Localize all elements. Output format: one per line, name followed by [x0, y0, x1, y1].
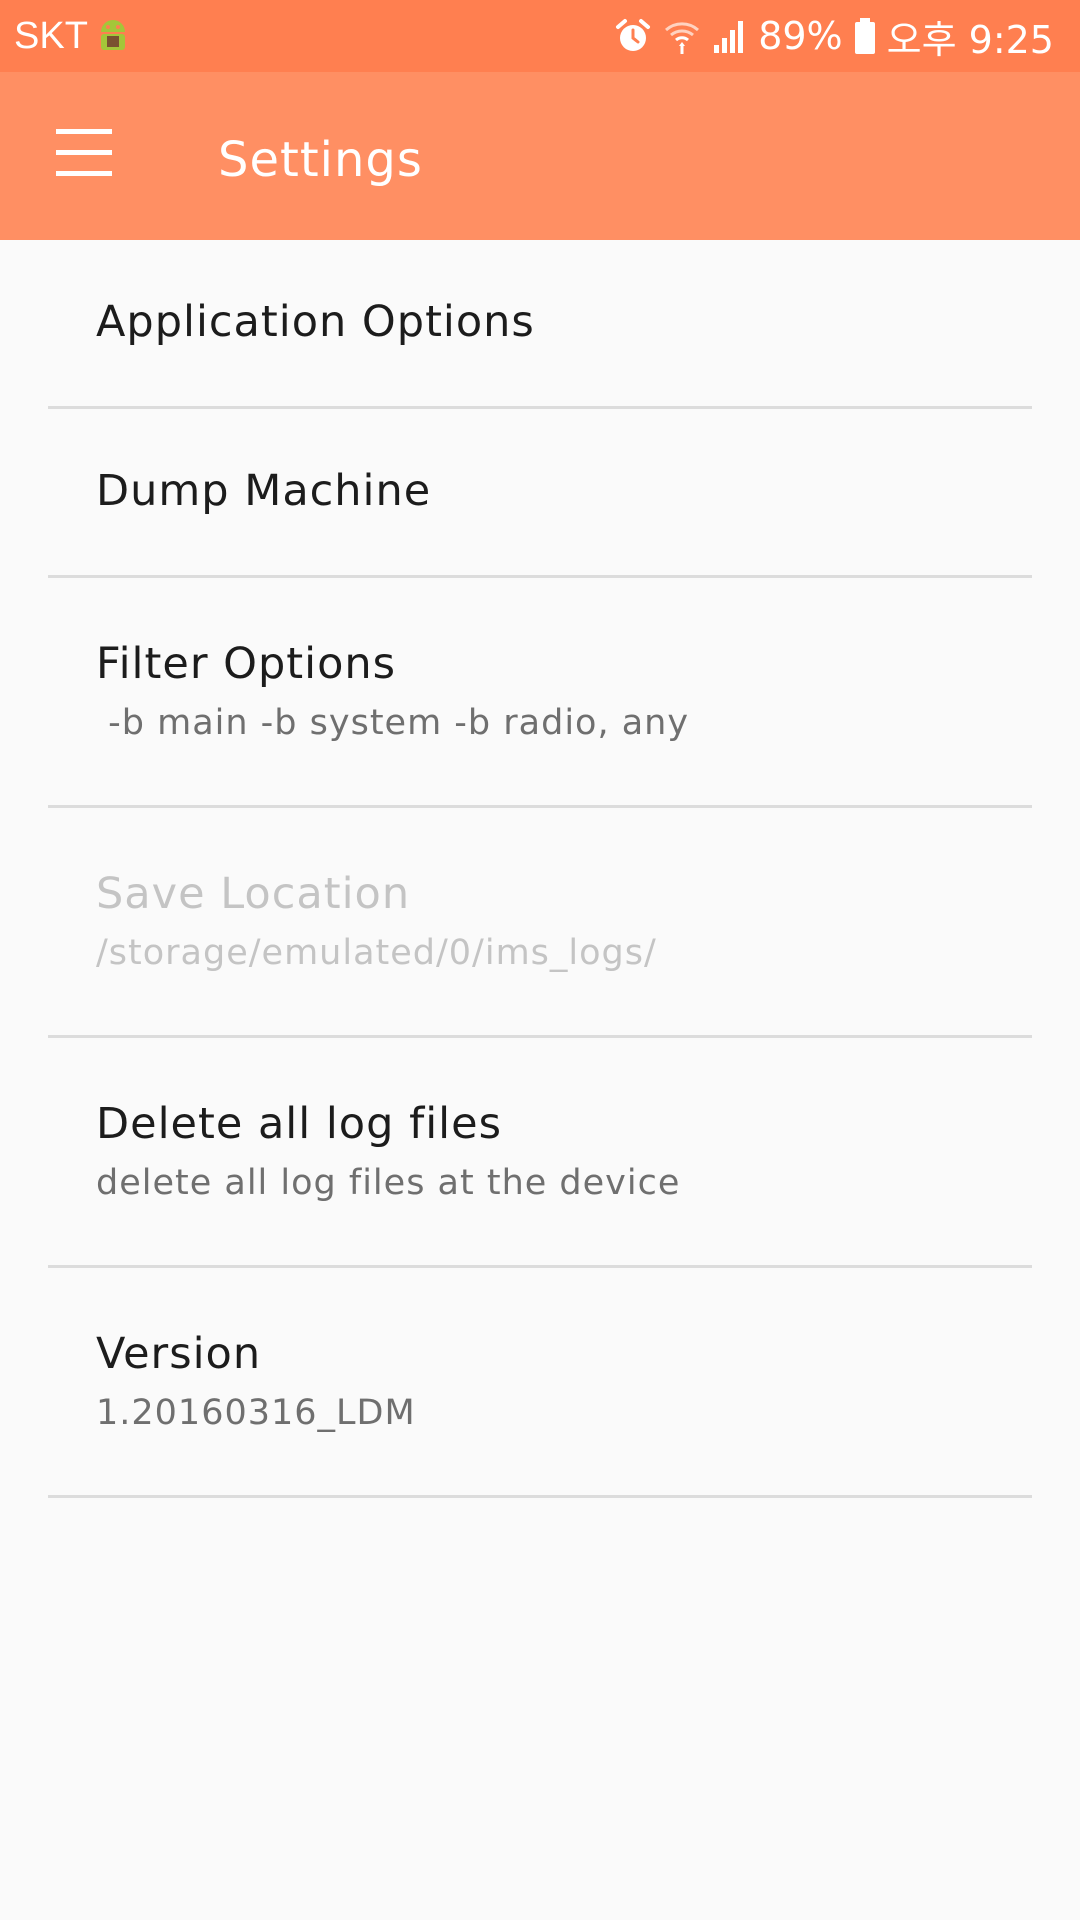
status-right: 89% 오후 9:25 [614, 0, 1054, 72]
pref-title: Version [96, 1328, 262, 1379]
battery-icon [853, 16, 877, 56]
pref-version[interactable]: Version 1.20160316_LDM [48, 1268, 1032, 1498]
pref-summary: 1.20160316_LDM [96, 1393, 416, 1434]
battery-percent: 89% [758, 14, 843, 58]
android-icon [96, 17, 130, 55]
pref-summary: -b main -b system -b radio, any [96, 703, 690, 744]
navigation-menu-button[interactable] [40, 116, 128, 188]
clock: 오후 9:25 [886, 17, 1054, 62]
settings-list: Application Options Dump Machine Filter … [0, 240, 1080, 1498]
pref-summary: delete all log files at the device [96, 1163, 681, 1204]
status-bar: SKT 89% 오후 9:25 [0, 0, 1080, 72]
status-left: SKT [14, 0, 130, 72]
pref-title: Dump Machine [96, 466, 432, 517]
app-bar: Settings [0, 72, 1080, 240]
pref-dump-machine[interactable]: Dump Machine [48, 409, 1032, 578]
signal-icon [712, 17, 748, 55]
carrier-label: SKT [14, 14, 88, 57]
pref-title: Filter Options [96, 638, 397, 689]
pref-filter-options[interactable]: Filter Options -b main -b system -b radi… [48, 578, 1032, 808]
wifi-icon [662, 16, 702, 56]
pref-application-options[interactable]: Application Options [48, 240, 1032, 409]
page-title: Settings [218, 132, 423, 188]
hamburger-icon [56, 121, 112, 184]
pref-save-location: Save Location /storage/emulated/0/ims_lo… [48, 808, 1032, 1038]
pref-title: Delete all log files [96, 1098, 502, 1149]
pref-summary: /storage/emulated/0/ims_logs/ [96, 933, 657, 974]
pref-title: Application Options [96, 297, 535, 348]
pref-delete-all-log-files[interactable]: Delete all log files delete all log file… [48, 1038, 1032, 1268]
alarm-icon [614, 17, 652, 55]
pref-title: Save Location [96, 868, 411, 919]
